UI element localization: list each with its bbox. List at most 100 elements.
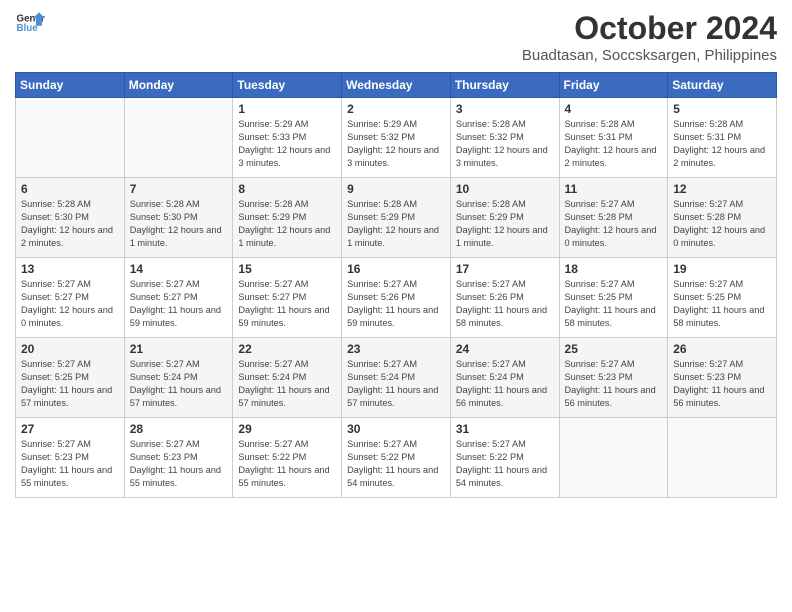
day-info: Sunrise: 5:27 AMSunset: 5:27 PMDaylight:…: [130, 278, 228, 330]
day-info: Sunrise: 5:28 AMSunset: 5:29 PMDaylight:…: [347, 198, 445, 250]
calendar-cell-w1-d0: [16, 98, 125, 178]
day-number: 22: [238, 342, 336, 356]
calendar-cell-w1-d4: 3 Sunrise: 5:28 AMSunset: 5:32 PMDaylight…: [450, 98, 559, 178]
calendar-cell-w4-d1: 21 Sunrise: 5:27 AMSunset: 5:24 PMDayligh…: [124, 338, 233, 418]
calendar-cell-w3-d6: 19Sunrise: 5:27 AMSunset: 5:25 PMDayligh…: [668, 258, 777, 338]
day-info: Sunrise: 5:27 AMSunset: 5:27 PMDaylight:…: [21, 278, 119, 330]
day-number: 27: [21, 422, 119, 436]
day-number: 28: [130, 422, 228, 436]
day-number: 3: [456, 102, 554, 116]
calendar-cell-w3-d2: 15 Sunrise: 5:27 AMSunset: 5:27 PMDayligh…: [233, 258, 342, 338]
calendar-cell-w5-d2: 29 Sunrise: 5:27 AMSunset: 5:22 PMDayligh…: [233, 418, 342, 498]
calendar-cell-w2-d1: 7 Sunrise: 5:28 AMSunset: 5:30 PMDaylight…: [124, 178, 233, 258]
calendar-cell-w3-d4: 17 Sunrise: 5:27 AMSunset: 5:26 PMDayligh…: [450, 258, 559, 338]
day-number: 20: [21, 342, 119, 356]
calendar-cell-w1-d5: 4Sunrise: 5:28 AMSunset: 5:31 PMDaylight…: [559, 98, 668, 178]
weekday-header-sunday: Sunday: [16, 73, 125, 98]
day-info: Sunrise: 5:27 AMSunset: 5:24 PMDaylight:…: [347, 358, 445, 410]
week-row-1: 1 Sunrise: 5:29 AMSunset: 5:33 PMDaylight…: [16, 98, 777, 178]
calendar-cell-w3-d0: 13 Sunrise: 5:27 AMSunset: 5:27 PMDayligh…: [16, 258, 125, 338]
page-header: General Blue October 2024 Buadtasan, Soc…: [15, 10, 777, 64]
day-number: 23: [347, 342, 445, 356]
weekday-header-wednesday: Wednesday: [342, 73, 451, 98]
day-info: Sunrise: 5:28 AMSunset: 5:30 PMDaylight:…: [130, 198, 228, 250]
day-number: 4: [565, 102, 663, 116]
logo: General Blue: [15, 10, 45, 34]
week-row-4: 20Sunrise: 5:27 AMSunset: 5:25 PMDayligh…: [16, 338, 777, 418]
calendar-cell-w2-d5: 11 Sunrise: 5:27 AMSunset: 5:28 PMDayligh…: [559, 178, 668, 258]
calendar-cell-w1-d6: 5 Sunrise: 5:28 AMSunset: 5:31 PMDaylight…: [668, 98, 777, 178]
calendar-cell-w2-d2: 8Sunrise: 5:28 AMSunset: 5:29 PMDaylight…: [233, 178, 342, 258]
calendar-cell-w4-d3: 23 Sunrise: 5:27 AMSunset: 5:24 PMDayligh…: [342, 338, 451, 418]
calendar-cell-w3-d3: 16 Sunrise: 5:27 AMSunset: 5:26 PMDayligh…: [342, 258, 451, 338]
weekday-header-thursday: Thursday: [450, 73, 559, 98]
weekday-header-saturday: Saturday: [668, 73, 777, 98]
title-block: October 2024 Buadtasan, Soccsksargen, Ph…: [522, 10, 777, 64]
day-info: Sunrise: 5:28 AMSunset: 5:29 PMDaylight:…: [238, 198, 336, 250]
day-number: 19: [673, 262, 771, 276]
weekday-header-tuesday: Tuesday: [233, 73, 342, 98]
calendar-cell-w2-d0: 6 Sunrise: 5:28 AMSunset: 5:30 PMDaylight…: [16, 178, 125, 258]
day-number: 24: [456, 342, 554, 356]
calendar-cell-w5-d0: 27 Sunrise: 5:27 AMSunset: 5:23 PMDayligh…: [16, 418, 125, 498]
day-number: 13: [21, 262, 119, 276]
calendar-cell-w1-d1: [124, 98, 233, 178]
day-info: Sunrise: 5:27 AMSunset: 5:23 PMDaylight:…: [21, 438, 119, 490]
day-info: Sunrise: 5:28 AMSunset: 5:31 PMDaylight:…: [673, 118, 771, 170]
day-info: Sunrise: 5:27 AMSunset: 5:25 PMDaylight:…: [565, 278, 663, 330]
day-info: Sunrise: 5:28 AMSunset: 5:32 PMDaylight:…: [456, 118, 554, 170]
calendar-cell-w1-d2: 1 Sunrise: 5:29 AMSunset: 5:33 PMDaylight…: [233, 98, 342, 178]
day-info: Sunrise: 5:27 AMSunset: 5:26 PMDaylight:…: [456, 278, 554, 330]
day-info: Sunrise: 5:27 AMSunset: 5:28 PMDaylight:…: [673, 198, 771, 250]
calendar-cell-w5-d5: [559, 418, 668, 498]
calendar-cell-w4-d2: 22 Sunrise: 5:27 AMSunset: 5:24 PMDayligh…: [233, 338, 342, 418]
day-number: 1: [238, 102, 336, 116]
day-info: Sunrise: 5:28 AMSunset: 5:29 PMDaylight:…: [456, 198, 554, 250]
day-number: 17: [456, 262, 554, 276]
day-info: Sunrise: 5:27 AMSunset: 5:23 PMDaylight:…: [673, 358, 771, 410]
day-info: Sunrise: 5:27 AMSunset: 5:22 PMDaylight:…: [238, 438, 336, 490]
calendar-cell-w5-d6: [668, 418, 777, 498]
day-info: Sunrise: 5:27 AMSunset: 5:23 PMDaylight:…: [565, 358, 663, 410]
day-info: Sunrise: 5:27 AMSunset: 5:24 PMDaylight:…: [130, 358, 228, 410]
day-info: Sunrise: 5:28 AMSunset: 5:30 PMDaylight:…: [21, 198, 119, 250]
calendar-cell-w3-d1: 14 Sunrise: 5:27 AMSunset: 5:27 PMDayligh…: [124, 258, 233, 338]
day-info: Sunrise: 5:27 AMSunset: 5:26 PMDaylight:…: [347, 278, 445, 330]
day-number: 9: [347, 182, 445, 196]
calendar-cell-w5-d4: 31Sunrise: 5:27 AMSunset: 5:22 PMDayligh…: [450, 418, 559, 498]
calendar-cell-w5-d1: 28Sunrise: 5:27 AMSunset: 5:23 PMDayligh…: [124, 418, 233, 498]
day-number: 29: [238, 422, 336, 436]
day-number: 12: [673, 182, 771, 196]
location-subtitle: Buadtasan, Soccsksargen, Philippines: [522, 47, 777, 64]
day-number: 7: [130, 182, 228, 196]
calendar-cell-w4-d4: 24 Sunrise: 5:27 AMSunset: 5:24 PMDayligh…: [450, 338, 559, 418]
day-number: 5: [673, 102, 771, 116]
week-row-5: 27 Sunrise: 5:27 AMSunset: 5:23 PMDayligh…: [16, 418, 777, 498]
day-info: Sunrise: 5:27 AMSunset: 5:24 PMDaylight:…: [456, 358, 554, 410]
calendar-cell-w4-d6: 26Sunrise: 5:27 AMSunset: 5:23 PMDayligh…: [668, 338, 777, 418]
day-number: 18: [565, 262, 663, 276]
logo-icon: General Blue: [15, 10, 45, 34]
day-info: Sunrise: 5:27 AMSunset: 5:22 PMDaylight:…: [347, 438, 445, 490]
day-number: 14: [130, 262, 228, 276]
calendar-cell-w2-d4: 10 Sunrise: 5:28 AMSunset: 5:29 PMDayligh…: [450, 178, 559, 258]
weekday-header-monday: Monday: [124, 73, 233, 98]
weekday-header-friday: Friday: [559, 73, 668, 98]
day-number: 11: [565, 182, 663, 196]
day-info: Sunrise: 5:27 AMSunset: 5:28 PMDaylight:…: [565, 198, 663, 250]
svg-text:Blue: Blue: [17, 23, 39, 34]
day-number: 21: [130, 342, 228, 356]
calendar-cell-w5-d3: 30Sunrise: 5:27 AMSunset: 5:22 PMDayligh…: [342, 418, 451, 498]
day-info: Sunrise: 5:29 AMSunset: 5:33 PMDaylight:…: [238, 118, 336, 170]
day-info: Sunrise: 5:27 AMSunset: 5:24 PMDaylight:…: [238, 358, 336, 410]
calendar-cell-w4-d0: 20Sunrise: 5:27 AMSunset: 5:25 PMDayligh…: [16, 338, 125, 418]
calendar-cell-w4-d5: 25Sunrise: 5:27 AMSunset: 5:23 PMDayligh…: [559, 338, 668, 418]
week-row-3: 13 Sunrise: 5:27 AMSunset: 5:27 PMDayligh…: [16, 258, 777, 338]
day-number: 6: [21, 182, 119, 196]
day-number: 16: [347, 262, 445, 276]
day-info: Sunrise: 5:27 AMSunset: 5:22 PMDaylight:…: [456, 438, 554, 490]
day-number: 15: [238, 262, 336, 276]
day-number: 10: [456, 182, 554, 196]
day-info: Sunrise: 5:27 AMSunset: 5:27 PMDaylight:…: [238, 278, 336, 330]
day-number: 2: [347, 102, 445, 116]
